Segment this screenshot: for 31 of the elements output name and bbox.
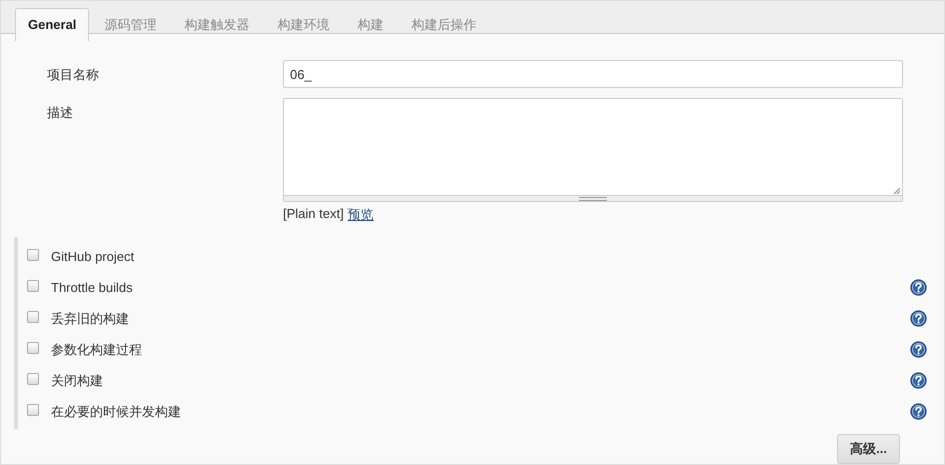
resize-handle-icon[interactable] xyxy=(893,187,900,194)
syntax-label: [Plain text] xyxy=(283,206,344,223)
checkbox[interactable] xyxy=(27,342,39,354)
option-label: Throttle builds xyxy=(51,280,133,295)
option-label: 丢弃旧的构建 xyxy=(51,310,129,326)
project-name-field[interactable]: 06_ xyxy=(283,60,903,88)
tab[interactable]: 源码管理 xyxy=(91,8,170,41)
tab[interactable]: 构建环境 xyxy=(264,8,342,41)
preview-link[interactable]: 预览 xyxy=(348,206,374,224)
tab[interactable]: 构建触发器 xyxy=(171,8,262,41)
help-icon[interactable] xyxy=(910,310,927,327)
field-label: 描述 xyxy=(47,104,74,122)
help-icon[interactable] xyxy=(910,403,927,420)
checkbox[interactable] xyxy=(27,404,39,416)
checkbox[interactable] xyxy=(27,249,39,261)
description-field[interactable] xyxy=(283,98,903,202)
option-label: 关闭构建 xyxy=(51,372,103,388)
help-icon[interactable] xyxy=(910,279,927,296)
checkbox[interactable] xyxy=(27,311,39,323)
field-label: 项目名称 xyxy=(47,66,100,84)
option-label: 在必要的时候并发构建 xyxy=(51,404,181,418)
advanced-button[interactable]: 高级... xyxy=(837,434,900,464)
tab[interactable]: General xyxy=(15,8,90,41)
option-label: 参数化构建过程 xyxy=(51,342,142,356)
checkbox[interactable] xyxy=(27,373,39,385)
help-icon[interactable] xyxy=(910,372,927,389)
option-label: GitHub project xyxy=(51,249,134,264)
tab[interactable]: 构建 xyxy=(344,8,396,41)
tab[interactable]: 构建后操作 xyxy=(398,8,490,41)
checkbox[interactable] xyxy=(27,280,39,292)
help-icon[interactable] xyxy=(910,341,927,358)
